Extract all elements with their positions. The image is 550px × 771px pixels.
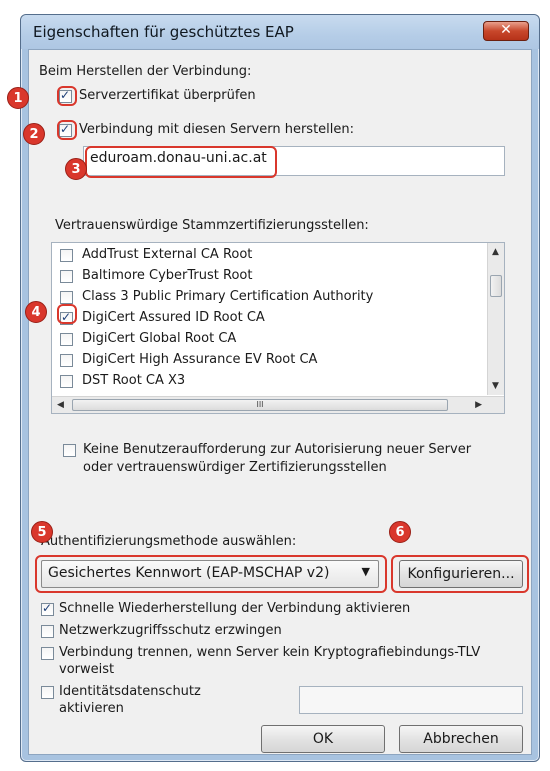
highlight-box-server-name (85, 146, 277, 178)
callout-badge: 1 (7, 87, 29, 109)
ca-label: DigiCert Global Root CA (82, 331, 237, 346)
ok-button-label: OK (312, 731, 334, 747)
ca-checkbox[interactable] (60, 249, 73, 262)
trusted-ca-heading: Vertrauenswürdige Stammzertifizierungsst… (55, 218, 369, 233)
scroll-left-icon[interactable]: ◀ (57, 400, 64, 410)
list-item[interactable]: AddTrust External CA Root (60, 245, 470, 266)
list-item[interactable]: Baltimore CyberTrust Root (60, 266, 470, 287)
fast-reconnect-label: Schnelle Wiederherstellung der Verbindun… (59, 601, 411, 616)
connect-servers-label: Verbindung mit diesen Servern herstellen… (79, 122, 355, 137)
close-button[interactable]: ✕ (483, 21, 529, 41)
close-icon: ✕ (500, 22, 512, 38)
disconnect-label-line1: Verbindung trennen, wenn Server kein Kry… (59, 645, 481, 660)
callout-badge: 5 (31, 521, 53, 543)
callout-badge: 3 (65, 158, 87, 180)
no-prompt-label-line2: oder vertrauenswürdiger Zertifizierungss… (83, 460, 387, 475)
cancel-button-label: Abbrechen (423, 731, 499, 747)
ca-checkbox[interactable] (60, 354, 73, 367)
dialog-window: Eigenschaften für geschütztes EAP ✕ Beim… (7, 14, 540, 762)
disconnect-checkbox[interactable] (41, 647, 54, 660)
list-item[interactable]: DigiCert High Assurance EV Root CA (60, 350, 470, 371)
list-item[interactable]: DigiCert Global Root CA (60, 329, 470, 350)
list-item[interactable]: DST Root CA X3 (60, 371, 470, 392)
cancel-button[interactable]: Abbrechen (399, 725, 523, 753)
ca-label: DigiCert High Assurance EV Root CA (82, 352, 318, 367)
highlight-box-configure (391, 555, 529, 593)
scroll-right-icon[interactable]: ▶ (475, 400, 482, 410)
nap-label: Netzwerkzugriffsschutz erzwingen (59, 623, 282, 638)
list-item[interactable]: DigiCert Assured ID Root CA (60, 308, 470, 329)
ca-checkbox[interactable] (60, 270, 73, 283)
highlight-box-verify-cert (57, 86, 77, 106)
disconnect-label-line2: vorweist (59, 662, 115, 677)
ca-label: DigiCert Assured ID Root CA (82, 310, 265, 325)
list-item[interactable]: Class 3 Public Primary Certification Aut… (60, 287, 470, 308)
title-bar[interactable]: Eigenschaften für geschütztes EAP ✕ (21, 15, 539, 49)
identity-privacy-label-line1: Identitätsdatenschutz (59, 684, 201, 699)
highlight-box-digicert (57, 304, 77, 324)
scroll-down-icon[interactable]: ▼ (492, 381, 499, 391)
nap-checkbox[interactable] (41, 625, 54, 638)
ca-checkbox[interactable] (60, 375, 73, 388)
scroll-up-icon[interactable]: ▲ (492, 247, 499, 257)
window-title: Eigenschaften für geschütztes EAP (33, 23, 294, 41)
identity-privacy-label-line2: aktivieren (59, 701, 124, 716)
no-prompt-checkbox[interactable] (63, 444, 76, 457)
horizontal-scrollbar[interactable]: ◀ III ▶ (52, 396, 504, 413)
ca-label: Baltimore CyberTrust Root (82, 268, 253, 283)
ca-label: Class 3 Public Primary Certification Aut… (82, 289, 374, 304)
fast-reconnect-checkbox[interactable] (41, 601, 54, 616)
dialog-content: Beim Herstellen der Verbindung: Serverze… (28, 49, 532, 755)
ca-checkbox[interactable] (60, 291, 73, 304)
vertical-scroll-thumb[interactable] (490, 275, 502, 297)
highlight-box-connect-servers (57, 120, 77, 140)
ca-label: DST Root CA X3 (82, 373, 186, 388)
ok-button[interactable]: OK (261, 725, 385, 753)
verify-cert-label: Serverzertifikat überprüfen (79, 88, 256, 103)
callout-badge: 4 (25, 301, 47, 323)
ca-label: AddTrust External CA Root (82, 247, 253, 262)
no-prompt-label-line1: Keine Benutzeraufforderung zur Autorisie… (83, 442, 472, 457)
callout-badge: 2 (23, 123, 45, 145)
identity-privacy-checkbox[interactable] (41, 686, 54, 699)
horizontal-scroll-thumb[interactable]: III (72, 399, 448, 411)
trusted-ca-list[interactable]: AddTrust External CA Root Baltimore Cybe… (51, 242, 505, 414)
callout-badge: 6 (389, 521, 411, 543)
vertical-scrollbar[interactable]: ▲ ▼ (487, 243, 504, 395)
connect-heading: Beim Herstellen der Verbindung: (39, 64, 252, 79)
auth-method-heading: Authentifizierungsmethode auswählen: (41, 534, 297, 549)
identity-input[interactable] (299, 686, 523, 714)
highlight-box-auth-method (35, 555, 387, 593)
scroll-grip-icon: III (256, 400, 264, 409)
ca-checkbox[interactable] (60, 333, 73, 346)
